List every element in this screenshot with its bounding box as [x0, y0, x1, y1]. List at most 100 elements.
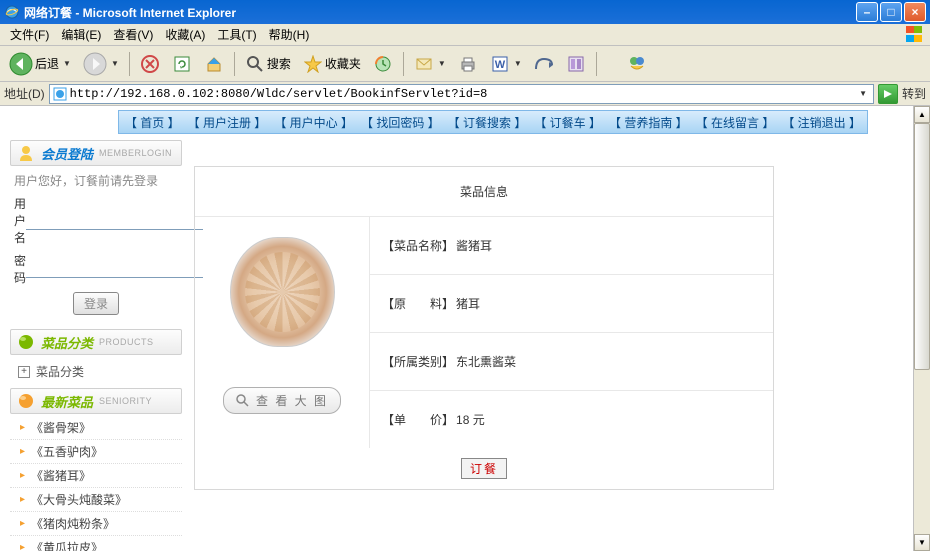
search-label: 搜索 [267, 55, 291, 72]
arrow-icon: ▸ [20, 422, 25, 433]
nav-home[interactable]: 【 首页 】 [125, 114, 180, 131]
list-item-label: 《酱骨架》 [31, 419, 91, 436]
dropdown-icon: ▼ [111, 59, 119, 68]
dish-image [230, 237, 335, 347]
login-box: 用户您好，订餐前请先登录 用户名 密 码 登录 [10, 166, 182, 321]
arrow-icon: ▸ [20, 494, 25, 505]
windows-flag-icon [906, 26, 926, 44]
order-button[interactable]: 订餐 [461, 458, 507, 479]
dish-category-value: 东北熏酱菜 [456, 353, 516, 370]
list-item-label: 《酱猪耳》 [31, 467, 91, 484]
dish-price-value: 18 元 [456, 411, 485, 428]
messenger-button[interactable] [622, 51, 652, 77]
list-item-label: 《黄瓜拉皮》 [31, 539, 103, 551]
login-button[interactable]: 登录 [73, 292, 119, 315]
address-input[interactable] [70, 87, 855, 101]
arrow-icon: ▸ [20, 542, 25, 551]
category-item[interactable]: + 菜品分类 [10, 359, 182, 384]
list-item[interactable]: ▸ 《酱猪耳》 [10, 464, 182, 488]
back-button[interactable]: 后退 ▼ [4, 49, 76, 79]
research-icon [566, 54, 586, 74]
menu-tools[interactable]: 工具(T) [211, 24, 262, 45]
nav-findpwd[interactable]: 【 找回密码 】 [361, 114, 440, 131]
star-icon [303, 54, 323, 74]
username-input[interactable] [26, 212, 203, 230]
history-button[interactable] [368, 51, 398, 77]
menu-view[interactable]: 查看(V) [107, 24, 159, 45]
sidebar: 会员登陆 MEMBERLOGIN 用户您好，订餐前请先登录 用户名 密 码 登录 [10, 140, 182, 551]
newest-subtitle: SENIORITY [99, 396, 152, 406]
arrow-icon: ▸ [20, 470, 25, 481]
nav-ordersearch[interactable]: 【 订餐搜索 】 [448, 114, 527, 131]
vertical-scrollbar[interactable]: ▲ ▼ [913, 106, 930, 551]
nav-register[interactable]: 【 用户注册 】 [188, 114, 267, 131]
print-button[interactable] [453, 51, 483, 77]
zoom-button[interactable]: 查 看 大 图 [223, 387, 341, 414]
dish-material-key: 【原 料】 [382, 295, 454, 312]
arrow-icon: ▸ [20, 446, 25, 457]
research-button[interactable] [561, 51, 591, 77]
nav-usercenter[interactable]: 【 用户中心 】 [274, 114, 353, 131]
refresh-icon [172, 54, 192, 74]
viewport: 【 首页 】 【 用户注册 】 【 用户中心 】 【 找回密码 】 【 订餐搜索… [0, 106, 930, 551]
category-subtitle: PRODUCTS [99, 337, 154, 347]
dish-card: 菜品信息 查 看 大 图 [194, 166, 774, 490]
minimize-button[interactable]: – [856, 2, 878, 22]
mail-button[interactable]: ▼ [409, 51, 451, 77]
dish-price-key: 【单 价】 [382, 411, 454, 428]
newest-header: 最新菜品 SENIORITY [10, 388, 182, 414]
category-title: 菜品分类 [41, 333, 93, 352]
edit-button[interactable]: W ▼ [485, 51, 527, 77]
scroll-up-button[interactable]: ▲ [914, 106, 930, 123]
messenger-icon [627, 54, 647, 74]
list-item[interactable]: ▸ 《黄瓜拉皮》 [10, 536, 182, 551]
list-item[interactable]: ▸ 《五香驴肉》 [10, 440, 182, 464]
menu-file[interactable]: 文件(F) [4, 24, 55, 45]
dropdown-icon: ▼ [63, 59, 71, 68]
list-item[interactable]: ▸ 《大骨头炖酸菜》 [10, 488, 182, 512]
favorites-button[interactable]: 收藏夹 [298, 51, 366, 77]
nav-nutrition[interactable]: 【 营养指南 】 [609, 114, 688, 131]
list-item-label: 《五香驴肉》 [31, 443, 103, 460]
username-label: 用户名 [14, 195, 26, 246]
scroll-thumb[interactable] [914, 123, 930, 370]
discuss-button[interactable] [529, 51, 559, 77]
home-button[interactable] [199, 51, 229, 77]
password-input[interactable] [26, 260, 203, 278]
list-item-label: 《大骨头炖酸菜》 [31, 491, 127, 508]
mail-icon [414, 54, 434, 74]
home-icon [204, 54, 224, 74]
dish-material-row: 【原 料】 猪耳 [370, 275, 773, 333]
go-button[interactable] [878, 84, 898, 104]
plus-icon: + [18, 366, 30, 378]
go-label: 转到 [902, 85, 926, 102]
category-label: 菜品分类 [36, 363, 84, 380]
favorites-label: 收藏夹 [325, 55, 361, 72]
menu-help[interactable]: 帮助(H) [263, 24, 316, 45]
dropdown-icon: ▼ [438, 59, 446, 68]
list-item[interactable]: ▸《猪肉炖粉条》 [10, 512, 182, 536]
close-button[interactable]: × [904, 2, 926, 22]
nav-logout[interactable]: 【 注销退出 】 [782, 114, 861, 131]
topnav: 【 首页 】 【 用户注册 】 【 用户中心 】 【 找回密码 】 【 订餐搜索… [118, 110, 868, 134]
address-box[interactable]: ▼ [49, 84, 874, 104]
nav-guestbook[interactable]: 【 在线留言 】 [696, 114, 775, 131]
menu-edit[interactable]: 编辑(E) [55, 24, 107, 45]
maximize-button[interactable]: □ [880, 2, 902, 22]
sphere-icon [17, 333, 35, 351]
login-header: 会员登陆 MEMBERLOGIN [10, 140, 182, 166]
user-icon [17, 144, 35, 162]
nav-cart[interactable]: 【 订餐车 】 [534, 114, 601, 131]
dish-name-key: 【菜品名称】 [382, 237, 454, 254]
forward-button[interactable]: ▼ [78, 49, 124, 79]
refresh-button[interactable] [167, 51, 197, 77]
search-button[interactable]: 搜索 [240, 51, 296, 77]
list-item[interactable]: ▸ 《酱骨架》 [10, 416, 182, 440]
menu-favorites[interactable]: 收藏(A) [159, 24, 211, 45]
window-title: 网络订餐 - Microsoft Internet Explorer [24, 4, 856, 21]
dropdown-icon[interactable]: ▼ [855, 89, 871, 98]
stop-button[interactable] [135, 51, 165, 77]
login-title: 会员登陆 [41, 144, 93, 163]
newest-list: ▸ 《酱骨架》 ▸ 《五香驴肉》 ▸ 《酱猪耳》 ▸ 《大骨头炖酸菜》 ▸《猪肉炖粉条》… [10, 414, 182, 551]
scroll-down-button[interactable]: ▼ [914, 534, 930, 551]
